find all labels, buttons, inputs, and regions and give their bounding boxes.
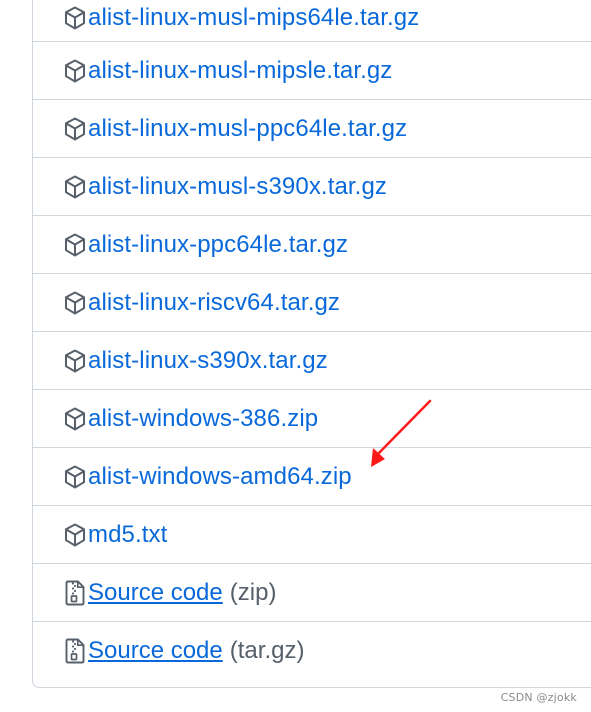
package-icon <box>62 174 88 200</box>
asset-link[interactable]: alist-windows-amd64.zip <box>88 464 352 489</box>
archive-format-label: (zip) <box>229 578 277 606</box>
asset-row: alist-linux-musl-s390x.tar.gz <box>33 157 591 215</box>
asset-link[interactable]: md5.txt <box>88 522 167 547</box>
package-icon <box>62 522 88 548</box>
asset-link[interactable]: alist-linux-riscv64.tar.gz <box>88 290 340 315</box>
source-code-row: Source code (tar.gz) <box>33 621 591 679</box>
asset-link[interactable]: alist-linux-ppc64le.tar.gz <box>88 232 348 257</box>
package-icon <box>62 464 88 490</box>
asset-row: alist-linux-musl-ppc64le.tar.gz <box>33 99 591 157</box>
asset-link[interactable]: alist-linux-musl-s390x.tar.gz <box>88 174 387 199</box>
asset-row: alist-windows-amd64.zip <box>33 447 591 505</box>
package-icon <box>62 290 88 316</box>
archive-format-label: (tar.gz) <box>229 636 305 664</box>
file-zip-icon <box>62 580 88 606</box>
asset-row: alist-windows-386.zip <box>33 389 591 447</box>
asset-row: alist-linux-musl-mips64le.tar.gz <box>33 0 591 41</box>
package-icon <box>62 232 88 258</box>
asset-row: alist-linux-riscv64.tar.gz <box>33 273 591 331</box>
assets-panel: alist-linux-musl-mips64le.tar.gz alist-l… <box>32 0 591 688</box>
asset-row: alist-linux-s390x.tar.gz <box>33 331 591 389</box>
assets-list: alist-linux-musl-mips64le.tar.gz alist-l… <box>33 0 591 679</box>
package-icon <box>62 348 88 374</box>
source-code-zip-link[interactable]: Source code <box>88 580 223 605</box>
asset-row: alist-linux-ppc64le.tar.gz <box>33 215 591 273</box>
watermark: CSDN @zjokk <box>500 691 577 704</box>
asset-link[interactable]: alist-linux-musl-mipsle.tar.gz <box>88 58 392 83</box>
package-icon <box>62 58 88 84</box>
asset-link[interactable]: alist-linux-s390x.tar.gz <box>88 348 328 373</box>
package-icon <box>62 406 88 432</box>
file-zip-icon <box>62 638 88 664</box>
package-icon <box>62 116 88 142</box>
asset-link[interactable]: alist-linux-musl-ppc64le.tar.gz <box>88 116 407 141</box>
package-icon <box>62 5 88 31</box>
source-code-row: Source code (zip) <box>33 563 591 621</box>
source-code-targz-link[interactable]: Source code <box>88 638 223 663</box>
asset-link[interactable]: alist-linux-musl-mips64le.tar.gz <box>88 5 419 30</box>
asset-row: md5.txt <box>33 505 591 563</box>
asset-row: alist-linux-musl-mipsle.tar.gz <box>33 41 591 99</box>
asset-link[interactable]: alist-windows-386.zip <box>88 406 318 431</box>
release-assets-page: alist-linux-musl-mips64le.tar.gz alist-l… <box>0 0 591 712</box>
